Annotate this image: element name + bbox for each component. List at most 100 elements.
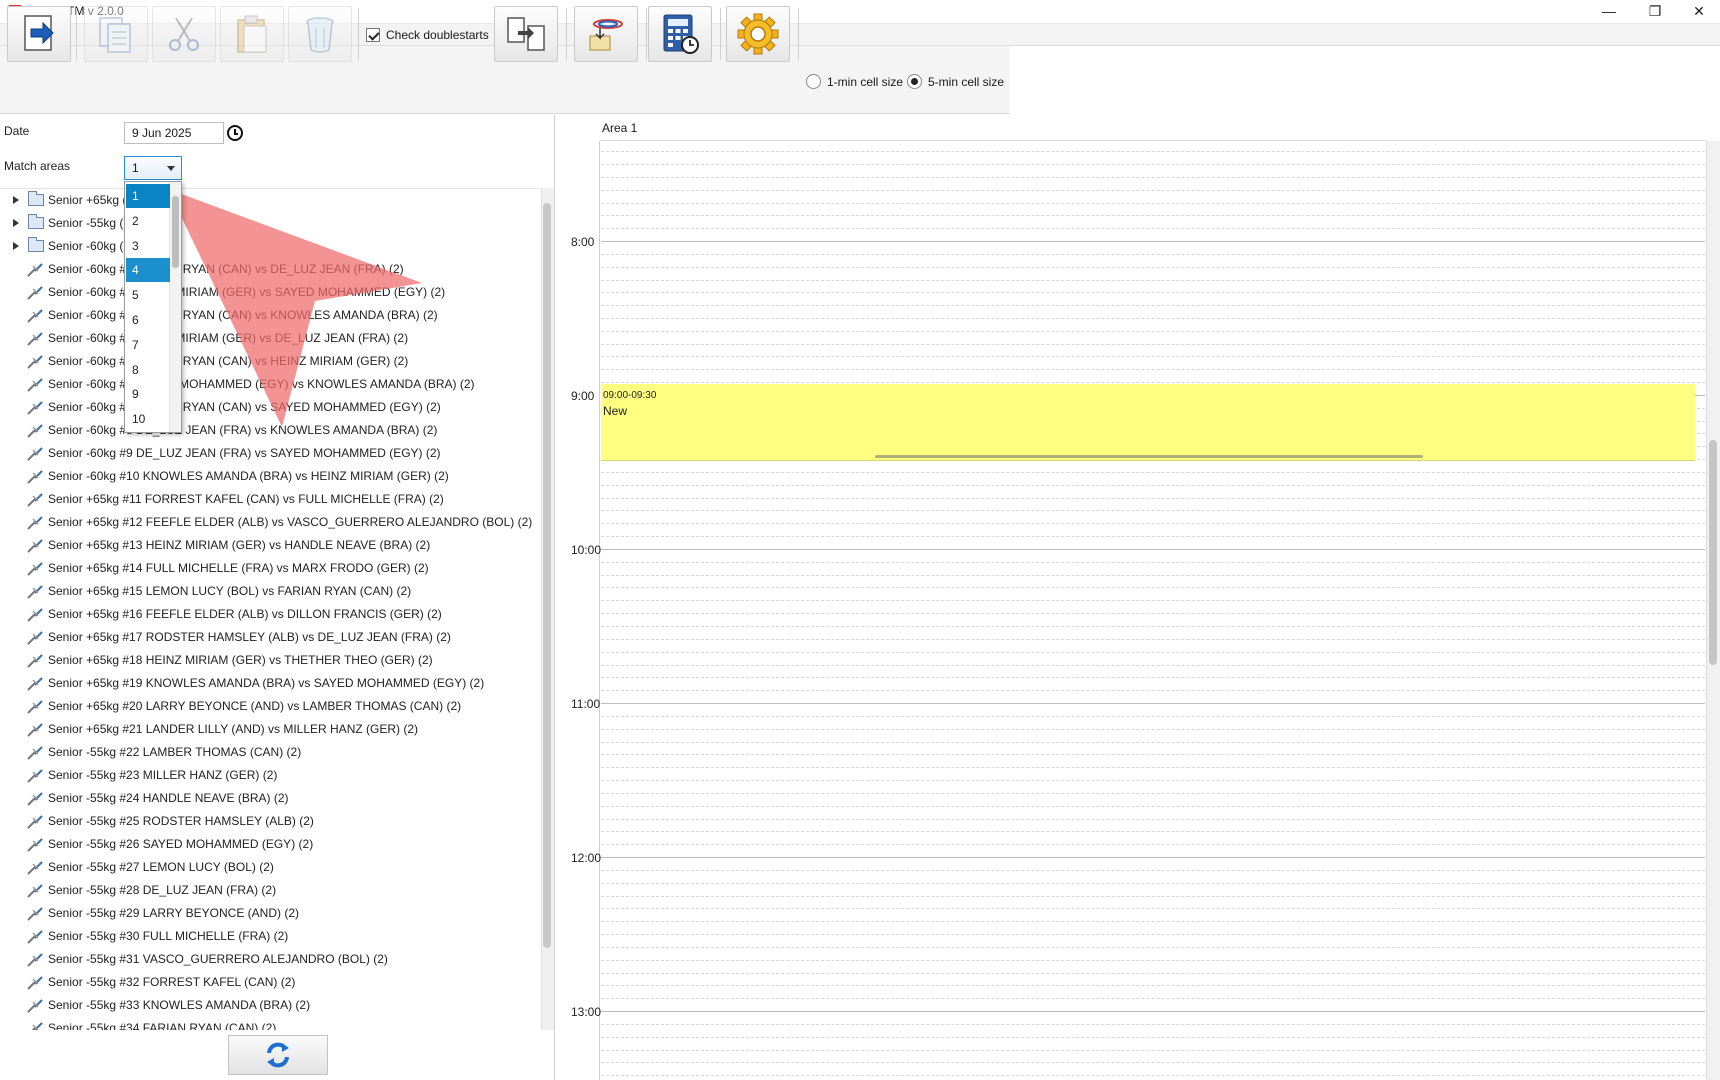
minimize-button[interactable]: — <box>1586 0 1632 24</box>
radio-button-selected[interactable] <box>907 74 922 89</box>
radio-button[interactable] <box>806 74 821 89</box>
slot-gridline <box>601 780 1705 781</box>
hour-label: 10:00 <box>571 543 602 557</box>
paste-button[interactable] <box>220 6 284 62</box>
copy-button[interactable] <box>84 6 148 62</box>
tree-group-row[interactable]: Senior -55kg ( <box>0 212 540 235</box>
slot-gridline <box>601 600 1705 601</box>
tree-match-row[interactable]: Senior -55kg #25 RODSTER HAMSLEY (ALB) (… <box>0 810 540 833</box>
match-areas-value: 1 <box>132 161 139 175</box>
delete-button[interactable] <box>288 6 352 62</box>
date-field[interactable]: 9 Jun 2025 <box>124 122 224 144</box>
tree-match-row[interactable]: Senior -60kg #5 FARIAN RYAN (CAN) vs HEI… <box>0 350 540 373</box>
match-fight-icon <box>27 447 43 461</box>
cell-size-1-radio[interactable]: 1-min cell size <box>806 74 903 89</box>
tree-group-row[interactable]: Senior -60kg ( <box>0 235 540 258</box>
refresh-button[interactable] <box>228 1035 328 1075</box>
date-label: Date <box>4 124 30 138</box>
tree-match-row[interactable]: Senior +65kg #17 RODSTER HAMSLEY (ALB) v… <box>0 626 540 649</box>
cell-size-5-radio[interactable]: 5-min cell size <box>907 74 1004 89</box>
slot-gridline <box>601 177 1705 178</box>
dropdown-option[interactable]: 10 <box>126 407 170 431</box>
tree-match-row[interactable]: Senior -55kg #27 LEMON LUCY (BOL) (2) <box>0 856 540 879</box>
folder-icon <box>28 214 44 229</box>
match-fight-icon <box>27 723 43 737</box>
tree-match-row[interactable]: Senior -55kg #34 FARIAN RYAN (CAN) (2) <box>0 1017 540 1030</box>
calculate-times-button[interactable] <box>648 6 712 62</box>
tree-match-row[interactable]: Senior -55kg #24 HANDLE NEAVE (BRA) (2) <box>0 787 540 810</box>
tree-match-row[interactable]: Senior +65kg #16 FEEFLE ELDER (ALB) vs D… <box>0 603 540 626</box>
dropdown-option[interactable]: 4 <box>126 258 170 283</box>
tree-match-row[interactable]: Senior +65kg #12 FEEFLE ELDER (ALB) vs V… <box>0 511 540 534</box>
checkbox-box[interactable] <box>366 28 380 42</box>
tree-match-row[interactable]: Senior +65kg #14 FULL MICHELLE (FRA) vs … <box>0 557 540 580</box>
tree-match-row[interactable]: Senior -55kg #33 KNOWLES AMANDA (BRA) (2… <box>0 994 540 1017</box>
check-doublestarts-checkbox[interactable]: Check doublestarts <box>366 27 489 43</box>
tree-match-row[interactable]: Senior -55kg #22 LAMBER THOMAS (CAN) (2) <box>0 741 540 764</box>
dropdown-scrollbar-thumb[interactable] <box>172 196 179 268</box>
dropdown-option[interactable]: 8 <box>126 358 170 382</box>
export-button[interactable] <box>7 6 71 62</box>
tree-match-label: Senior -60kg #9 DE_LUZ JEAN (FRA) vs SAY… <box>48 446 441 460</box>
tree-match-row[interactable]: Senior -55kg #29 LARRY BEYONCE (AND) (2) <box>0 902 540 925</box>
dropdown-option[interactable]: 9 <box>126 382 170 406</box>
move-between-areas-button[interactable] <box>494 6 558 62</box>
tree-match-row[interactable]: Senior +65kg #19 KNOWLES AMANDA (BRA) vs… <box>0 672 540 695</box>
match-fight-icon <box>27 999 43 1013</box>
hour-label: 12:00 <box>571 851 602 865</box>
dropdown-option[interactable]: 1 <box>126 184 170 208</box>
tree-match-row[interactable]: Senior -60kg #7 FARIAN RYAN (CAN) vs SAY… <box>0 396 540 419</box>
expand-arrow-icon[interactable] <box>13 242 19 250</box>
match-areas-dropdown-list[interactable]: 1 2 3 4 5 6 7 8 9 10 <box>124 181 182 433</box>
settings-button[interactable] <box>726 6 790 62</box>
dropdown-scrollbar[interactable] <box>169 182 181 432</box>
restore-button[interactable]: ❐ <box>1632 0 1678 24</box>
tree-match-row[interactable]: Senior -60kg #2 HEINZ MIRIAM (GER) vs SA… <box>0 281 540 304</box>
tree-match-row[interactable]: Senior +65kg #11 FORREST KAFEL (CAN) vs … <box>0 488 540 511</box>
dropdown-option[interactable]: 7 <box>126 333 170 357</box>
match-fight-icon <box>27 976 43 990</box>
tree-match-row[interactable]: Senior +65kg #13 HEINZ MIRIAM (GER) vs H… <box>0 534 540 557</box>
slot-gridline <box>601 870 1705 871</box>
slot-gridline <box>601 921 1705 922</box>
tree-match-label: Senior -55kg #25 RODSTER HAMSLEY (ALB) (… <box>48 814 314 828</box>
tree-match-row[interactable]: Senior +65kg #15 LEMON LUCY (BOL) vs FAR… <box>0 580 540 603</box>
expand-arrow-icon[interactable] <box>13 219 19 227</box>
tree-match-row[interactable]: Senior -60kg #10 KNOWLES AMANDA (BRA) vs… <box>0 465 540 488</box>
expand-arrow-icon[interactable] <box>13 196 19 204</box>
dropdown-option[interactable]: 5 <box>126 283 170 307</box>
tree-match-row[interactable]: Senior -55kg #30 FULL MICHELLE (FRA) (2) <box>0 925 540 948</box>
tree-group-row[interactable]: Senior +65kg ( <box>0 189 540 212</box>
hour-gridline <box>601 241 1705 242</box>
dropdown-option[interactable]: 6 <box>126 308 170 332</box>
tree-match-row[interactable]: Senior -60kg #3 FARIAN RYAN (CAN) vs KNO… <box>0 304 540 327</box>
tree-match-row[interactable]: Senior +65kg #18 HEINZ MIRIAM (GER) vs T… <box>0 649 540 672</box>
slot-gridline <box>601 344 1705 345</box>
cut-button[interactable] <box>152 6 216 62</box>
tree-scrollbar-thumb[interactable] <box>543 203 551 948</box>
tree-match-row[interactable]: Senior -60kg #8 DE_LUZ JEAN (FRA) vs KNO… <box>0 419 540 442</box>
schedule-scrollbar-thumb[interactable] <box>1709 440 1717 665</box>
tree-match-row[interactable]: Senior -55kg #26 SAYED MOHAMMED (EGY) (2… <box>0 833 540 856</box>
tree-match-row[interactable]: Senior -55kg #28 DE_LUZ JEAN (FRA) (2) <box>0 879 540 902</box>
slot-gridline <box>601 203 1705 204</box>
clock-icon[interactable] <box>227 125 243 141</box>
slot-gridline <box>601 267 1705 268</box>
resize-handle[interactable] <box>875 455 1423 458</box>
tree-match-row[interactable]: Senior +65kg #20 LARRY BEYONCE (AND) vs … <box>0 695 540 718</box>
scheduled-block[interactable]: 09:00-09:30 New <box>601 384 1695 461</box>
tree-match-row[interactable]: Senior -60kg #4 HEINZ MIRIAM (GER) vs DE… <box>0 327 540 350</box>
toolbar-separator <box>566 8 567 60</box>
dropdown-option[interactable]: 2 <box>126 209 170 233</box>
tree-match-row[interactable]: Senior -60kg #6 SAYED MOHAMMED (EGY) vs … <box>0 373 540 396</box>
tree-match-row[interactable]: Senior -55kg #23 MILLER HANZ (GER) (2) <box>0 764 540 787</box>
import-schedule-button[interactable] <box>574 6 638 62</box>
dropdown-option[interactable]: 3 <box>126 234 170 258</box>
tree-match-row[interactable]: Senior -55kg #32 FORREST KAFEL (CAN) (2) <box>0 971 540 994</box>
tree-match-row[interactable]: Senior -60kg #9 DE_LUZ JEAN (FRA) vs SAY… <box>0 442 540 465</box>
close-button[interactable]: ✕ <box>1676 0 1720 24</box>
tree-match-row[interactable]: Senior -60kg #1 FARIAN RYAN (CAN) vs DE_… <box>0 258 540 281</box>
tree-match-row[interactable]: Senior -55kg #31 VASCO_GUERRERO ALEJANDR… <box>0 948 540 971</box>
match-areas-combobox[interactable]: 1 <box>124 156 182 180</box>
tree-match-row[interactable]: Senior +65kg #21 LANDER LILLY (AND) vs M… <box>0 718 540 741</box>
